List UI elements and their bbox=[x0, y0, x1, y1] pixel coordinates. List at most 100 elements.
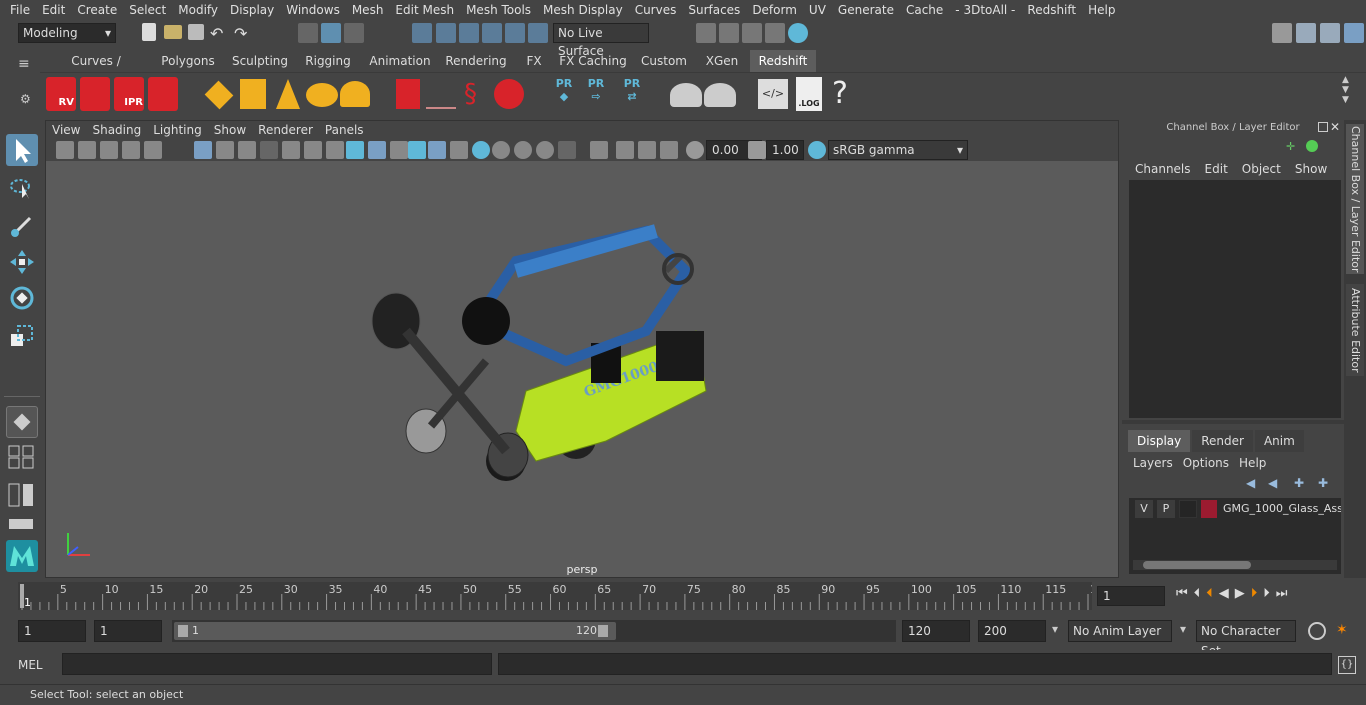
menu-deform[interactable]: Deform bbox=[746, 0, 803, 20]
viewport-menu-show[interactable]: Show bbox=[208, 121, 252, 139]
command-input[interactable] bbox=[62, 653, 492, 675]
menu-3dtoall[interactable]: - 3DtoAll - bbox=[949, 0, 1021, 20]
live-surface-field[interactable]: No Live Surface bbox=[553, 23, 649, 58]
rs-render-view-icon[interactable]: RV bbox=[46, 77, 76, 111]
rs-grid-icon[interactable] bbox=[240, 79, 266, 109]
render-settings-icon[interactable] bbox=[765, 23, 785, 43]
rs-bake-set-icon[interactable] bbox=[704, 83, 736, 107]
lasso-tool-icon[interactable] bbox=[6, 172, 38, 204]
rs-physical-light-icon[interactable] bbox=[276, 79, 300, 109]
rs-render-sequence-icon[interactable] bbox=[80, 77, 110, 111]
shelf-tab-polygons[interactable]: Polygons bbox=[158, 50, 218, 72]
menu-mesh-display[interactable]: Mesh Display bbox=[537, 0, 629, 20]
side-by-side-layout-icon[interactable] bbox=[6, 480, 38, 510]
play-forward-icon[interactable]: ▶ bbox=[1235, 586, 1251, 601]
menu-generate[interactable]: Generate bbox=[832, 0, 900, 20]
channel-menu-object[interactable]: Object bbox=[1235, 162, 1288, 176]
snap-surface-icon[interactable] bbox=[505, 23, 525, 43]
shelf-scroll-icon[interactable]: ▲ ▼ ▼ bbox=[1342, 75, 1354, 115]
grease-pencil-icon[interactable] bbox=[144, 141, 162, 159]
chevron-down-icon[interactable]: ▾ bbox=[1180, 622, 1186, 636]
ipr-render-icon[interactable] bbox=[742, 23, 762, 43]
close-panel-icon[interactable]: ✕ bbox=[1330, 120, 1342, 134]
menu-create[interactable]: Create bbox=[71, 0, 123, 20]
menu-edit[interactable]: Edit bbox=[36, 0, 71, 20]
wireframe-on-shaded-icon[interactable] bbox=[390, 141, 408, 159]
shelf-tab-rendering[interactable]: Rendering bbox=[442, 50, 510, 72]
colorspace-dropdown[interactable]: sRGB gamma ▾ bbox=[828, 140, 968, 160]
layer-scroll-thumb[interactable] bbox=[1143, 561, 1251, 569]
new-layer-icon[interactable]: ✚ bbox=[1294, 476, 1310, 490]
layer-menu-options[interactable]: Options bbox=[1178, 456, 1234, 470]
menu-display[interactable]: Display bbox=[224, 0, 280, 20]
rs-bake-icon[interactable] bbox=[670, 83, 702, 107]
menu-windows[interactable]: Windows bbox=[280, 0, 346, 20]
rs-render-settings-icon[interactable] bbox=[148, 77, 178, 111]
new-scene-icon[interactable] bbox=[142, 23, 156, 41]
snap-live-icon[interactable] bbox=[528, 23, 548, 43]
menu-select[interactable]: Select bbox=[123, 0, 172, 20]
splitter[interactable] bbox=[1122, 420, 1344, 424]
gate-mask-icon[interactable] bbox=[260, 141, 278, 159]
menu-edit-mesh[interactable]: Edit Mesh bbox=[389, 0, 460, 20]
exposure-icon[interactable] bbox=[686, 141, 704, 159]
scene-start-field[interactable]: 1 bbox=[18, 620, 86, 642]
script-editor-icon[interactable]: {} bbox=[1338, 656, 1356, 674]
single-perspective-icon[interactable] bbox=[6, 406, 38, 438]
render-frame-icon[interactable] bbox=[719, 23, 739, 43]
tab-channel-box[interactable]: Channel Box / Layer Editor bbox=[1346, 124, 1364, 274]
layer-menu-help[interactable]: Help bbox=[1234, 456, 1271, 470]
shelf-tab-curves-surfaces[interactable]: Curves / Surfaces bbox=[48, 50, 144, 90]
rotate-tool-icon[interactable] bbox=[6, 282, 38, 314]
modeling-toolkit-icon[interactable] bbox=[1296, 23, 1316, 43]
mode-dropdown[interactable]: Modeling ▾ bbox=[18, 23, 116, 43]
workspace-icon[interactable] bbox=[1272, 23, 1292, 43]
menu-modify[interactable]: Modify bbox=[172, 0, 224, 20]
move-layer-down-icon[interactable]: ◀ bbox=[1268, 476, 1284, 490]
speed-icon[interactable] bbox=[1306, 140, 1318, 152]
scene-end-field[interactable]: 200 bbox=[978, 620, 1046, 642]
outliner-layout-icon[interactable] bbox=[6, 516, 38, 532]
hypershade-icon[interactable] bbox=[788, 23, 808, 43]
snap-point-icon[interactable] bbox=[459, 23, 479, 43]
shadows-icon[interactable] bbox=[450, 141, 468, 159]
rs-proxy-icon[interactable] bbox=[204, 80, 234, 110]
move-layer-up-icon[interactable]: ◀ bbox=[1246, 476, 1262, 490]
help-icon[interactable]: ? bbox=[832, 75, 852, 113]
range-slider-bar-fill[interactable] bbox=[174, 622, 616, 640]
open-scene-icon[interactable] bbox=[164, 25, 182, 39]
playback-start-field[interactable]: 1 bbox=[94, 620, 162, 642]
viewport-menu-view[interactable]: View bbox=[46, 121, 86, 139]
manipulator-icon[interactable]: ✛ bbox=[1286, 140, 1298, 153]
snap-view-icon[interactable] bbox=[482, 23, 502, 43]
image-plane-icon[interactable] bbox=[122, 141, 140, 159]
layer-name[interactable]: GMG_1000_Glass_Asse bbox=[1223, 500, 1341, 518]
channel-menu-show[interactable]: Show bbox=[1288, 162, 1334, 176]
timeline-track[interactable]: 5 10 15 20 25 30 35 40 45 50 55 60 65 70 75 80 85 90 95 100… bbox=[18, 582, 1104, 610]
shelf-tab-fx[interactable]: FX bbox=[520, 50, 548, 72]
layer-scrollbar[interactable] bbox=[1133, 560, 1337, 570]
time-slider[interactable]: 5 10 15 20 25 30 35 40 45 50 55 60 65 70 75 80 85 90 95 100… bbox=[0, 580, 1366, 612]
camera-select-icon[interactable] bbox=[56, 141, 74, 159]
bookmark-icon[interactable] bbox=[100, 141, 118, 159]
gamma-icon[interactable] bbox=[748, 141, 766, 159]
menu-mesh[interactable]: Mesh bbox=[346, 0, 390, 20]
wireframe-icon[interactable] bbox=[346, 141, 364, 159]
field-chart-icon[interactable] bbox=[282, 141, 300, 159]
anim-layer-dropdown[interactable]: No Anim Layer bbox=[1068, 620, 1172, 642]
next-key-icon[interactable]: ⏵ bbox=[1251, 586, 1264, 601]
redo-icon[interactable]: ↷ bbox=[234, 24, 254, 44]
shelf-tab-sculpting[interactable]: Sculpting bbox=[228, 50, 292, 72]
float-panel-icon[interactable] bbox=[1318, 122, 1328, 132]
rs-pr-swap-icon[interactable]: PR ⇄ bbox=[618, 77, 646, 111]
shelf-tab-rigging[interactable]: Rigging bbox=[298, 50, 358, 72]
grid-toggle-icon[interactable] bbox=[194, 141, 212, 159]
rs-script-icon[interactable]: </> bbox=[758, 79, 788, 109]
animation-prefs-icon[interactable]: ✶ bbox=[1336, 622, 1354, 640]
auto-key-icon[interactable] bbox=[1308, 622, 1326, 640]
rs-pr-export-icon[interactable]: PR ⇨ bbox=[584, 77, 608, 111]
select-by-component-icon[interactable] bbox=[344, 23, 364, 43]
shelf-tab-animation[interactable]: Animation bbox=[368, 50, 432, 72]
go-to-end-icon[interactable]: ⏭ bbox=[1276, 586, 1294, 601]
safe-action-icon[interactable] bbox=[304, 141, 322, 159]
